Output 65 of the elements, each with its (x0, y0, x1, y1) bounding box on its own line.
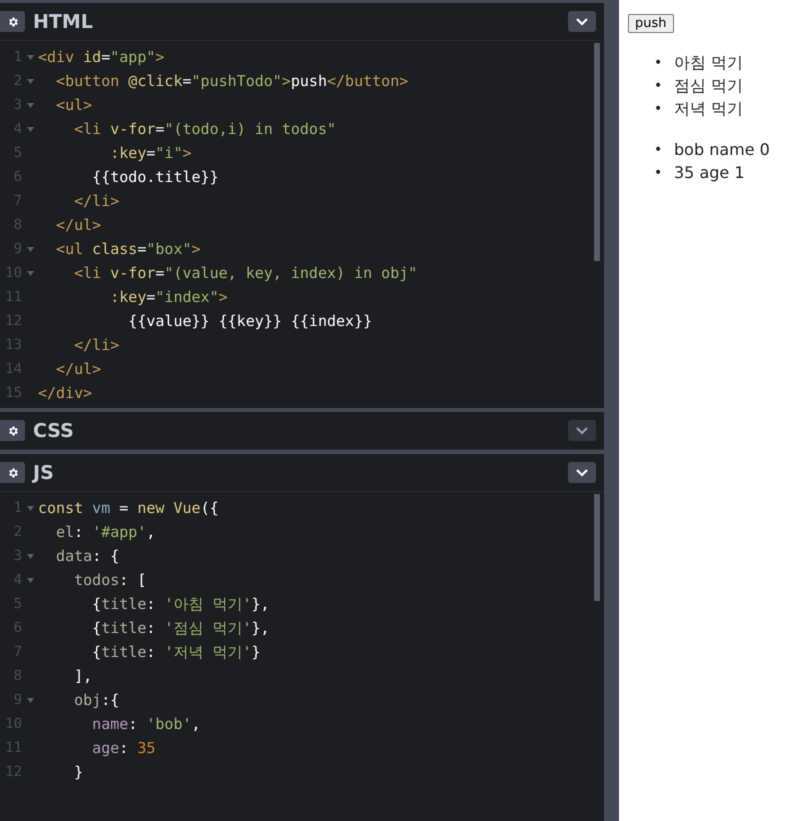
fold-arrow-icon[interactable] (26, 102, 34, 108)
settings-button[interactable] (0, 462, 25, 483)
fold-arrow-icon[interactable] (26, 126, 34, 132)
code-line: <ul> (55, 96, 92, 114)
code-line: </div> (38, 384, 92, 402)
code-line: </li> (73, 336, 120, 354)
list-item: 35 age 1 (674, 162, 745, 184)
settings-icon (6, 466, 18, 478)
code-line: } (73, 763, 84, 781)
scrollbar-thumb[interactable] (594, 43, 600, 261)
fold-arrow-icon[interactable] (26, 698, 34, 702)
fold-arrow-icon[interactable] (26, 246, 34, 252)
collapse-button[interactable] (568, 11, 596, 32)
code-line: <div id="app"> (38, 48, 164, 66)
list-item: bob name 0 (674, 138, 770, 160)
list-item: 아침 먹기 (674, 52, 744, 74)
panel-title: CSS (33, 420, 75, 442)
code-line: todos: [ (73, 571, 146, 589)
code-line: const vm = new Vue({ (38, 499, 219, 517)
code-line: <li v-for="(value, key, index) in obj" (73, 264, 418, 282)
code-line: <button @click="pushTodo">push</button> (55, 72, 408, 90)
settings-button[interactable] (0, 420, 25, 441)
bullet: • (654, 164, 664, 182)
bullet: • (654, 140, 664, 160)
scrollbar-thumb[interactable] (594, 494, 600, 601)
code-line: :key="index"> (109, 288, 228, 306)
code-line: </ul> (55, 360, 102, 378)
fold-arrow-icon[interactable] (26, 554, 34, 558)
push-button[interactable]: push (628, 14, 674, 33)
bullet: • (654, 76, 664, 96)
fold-arrow-icon[interactable] (26, 270, 34, 276)
code-line: :key="i"> (109, 144, 192, 162)
fold-arrow-icon[interactable] (26, 78, 34, 84)
chevron-down-icon (575, 17, 589, 26)
code-line: ], (73, 667, 92, 685)
code-line: {{todo.title}} (91, 168, 219, 186)
code-line: obj:{ (73, 691, 120, 709)
list-item: 점심 먹기 (674, 74, 744, 96)
code-line: name: 'bob', (91, 715, 201, 733)
bullet: • (654, 100, 664, 118)
panel-title: JS (33, 462, 55, 484)
fold-arrow-icon[interactable] (26, 54, 34, 60)
code-line: {{value}} {{key}} {{index}} (127, 312, 372, 330)
code-line: <li v-for="(todo,i) in todos" (73, 120, 336, 138)
settings-icon (6, 16, 18, 28)
settings-icon (6, 424, 18, 436)
chevron-down-icon (575, 468, 589, 477)
code-line: {title: '점심 먹기'}, (91, 618, 270, 638)
code-line: {title: '저녁 먹기'} (91, 642, 261, 662)
code-line: {title: '아침 먹기'}, (91, 594, 270, 614)
chevron-down-icon (575, 426, 589, 435)
fold-arrow-icon[interactable] (26, 506, 34, 510)
collapse-button[interactable] (568, 462, 596, 483)
collapse-button[interactable] (568, 420, 596, 441)
code-line: el: '#app', (55, 523, 156, 541)
code-line: </ul> (55, 216, 102, 234)
list-item: 저녁 먹기 (674, 98, 744, 120)
settings-button[interactable] (0, 11, 25, 32)
code-line: <ul class="box"> (55, 240, 201, 258)
fold-arrow-icon[interactable] (26, 578, 34, 582)
code-line: </li> (73, 192, 120, 210)
code-line: data: { (55, 547, 120, 565)
bullet: • (654, 54, 664, 72)
code-line: age: 35 (91, 739, 156, 757)
panel-title: HTML (33, 10, 94, 32)
